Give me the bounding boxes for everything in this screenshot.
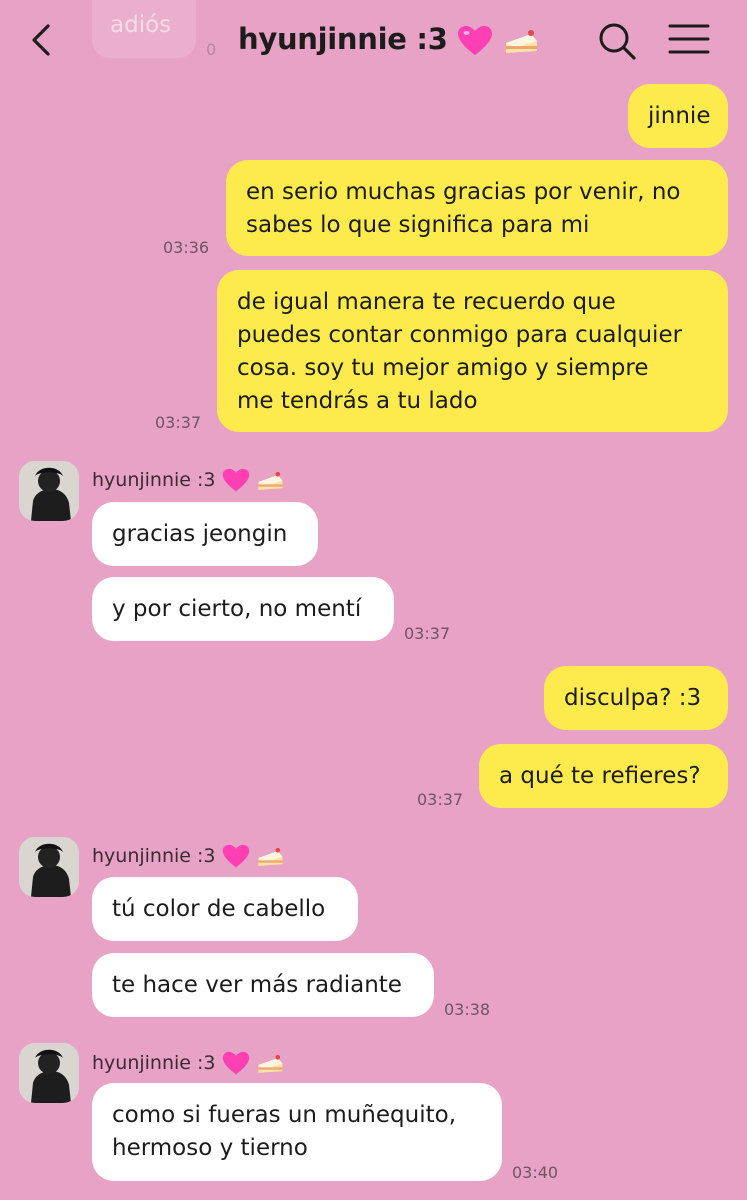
outgoing-message[interactable]: en serio muchas gracias por venir, no sa… [226,160,728,256]
sender-name-text: hyunjinnie :3 [92,845,216,867]
avatar-photo [19,837,79,897]
message-line: te hace ver más radiante [112,972,402,998]
cake-icon [257,847,283,866]
avatar-photo [19,461,79,521]
message-line: a qué te refieres? [499,763,701,789]
incoming-message[interactable]: gracias jeongin [92,502,318,566]
incoming-message[interactable]: y por cierto, no mentí [92,577,394,641]
pink-heart-icon [222,468,249,492]
message-line: disculpa? :3 [564,685,702,711]
faded-message-time: 0 [206,40,217,59]
message-line: como si fueras un muñequito, [112,1102,457,1128]
cake-icon [257,1054,283,1073]
message-line: puedes contar conmigo para cualquier [237,322,683,348]
faded-message-bubble: adiós [92,0,196,58]
message-time: 03:36 [163,238,210,257]
message-line: tú color de cabello [112,896,326,922]
pink-heart-icon [222,1051,249,1075]
contact-avatar[interactable] [19,837,79,897]
search-icon [599,23,636,60]
message-time: 03:37 [155,413,202,432]
outgoing-message[interactable]: a qué te refieres? [479,744,728,808]
sender-name: hyunjinnie :3 [92,844,284,869]
message-line: sabes lo que significa para mi [246,212,590,238]
outgoing-message[interactable]: de igual manera te recuerdo que puedes c… [217,270,728,432]
message-time: 03:37 [417,790,464,809]
chat-title: hyunjinnie :3 [238,22,539,57]
chat-title-text: hyunjinnie :3 [238,22,448,56]
outgoing-message[interactable]: jinnie [628,84,728,148]
message-line: cosa. soy tu mejor amigo y siempre [237,355,649,381]
search-button[interactable] [596,20,638,62]
avatar-photo [19,1043,79,1103]
message-line: me tendrás a tu lado [237,388,478,414]
sender-name-text: hyunjinnie :3 [92,1052,216,1074]
pink-heart-icon [222,844,249,868]
incoming-message[interactable]: como si fueras un muñequito, hermoso y t… [92,1083,502,1181]
sender-name: hyunjinnie :3 [92,1051,284,1076]
message-time: 03:40 [512,1163,559,1182]
incoming-message[interactable]: tú color de cabello [92,877,358,941]
contact-avatar[interactable] [19,1043,79,1103]
message-time: 03:38 [444,1000,491,1019]
chevron-left-icon [32,24,50,56]
cake-icon [257,471,283,490]
message-line: y por cierto, no mentí [112,596,362,622]
message-time: 03:37 [404,624,451,643]
message-line: gracias jeongin [112,521,288,547]
menu-button[interactable] [668,22,710,56]
cake-icon [506,30,538,53]
message-line: jinnie [648,103,711,129]
outgoing-message[interactable]: disculpa? :3 [544,666,728,730]
faded-message-text: adiós [110,12,172,38]
sender-name: hyunjinnie :3 [92,468,284,493]
back-button[interactable] [22,20,62,60]
message-line: en serio muchas gracias por venir, no [246,179,681,205]
message-line: hermoso y tierno [112,1135,308,1161]
hamburger-menu-icon [668,24,710,54]
message-line: de igual manera te recuerdo que [237,289,616,315]
incoming-message[interactable]: te hace ver más radiante [92,953,434,1017]
sender-name-text: hyunjinnie :3 [92,469,216,491]
pink-heart-icon [458,26,493,55]
contact-avatar[interactable] [19,461,79,521]
